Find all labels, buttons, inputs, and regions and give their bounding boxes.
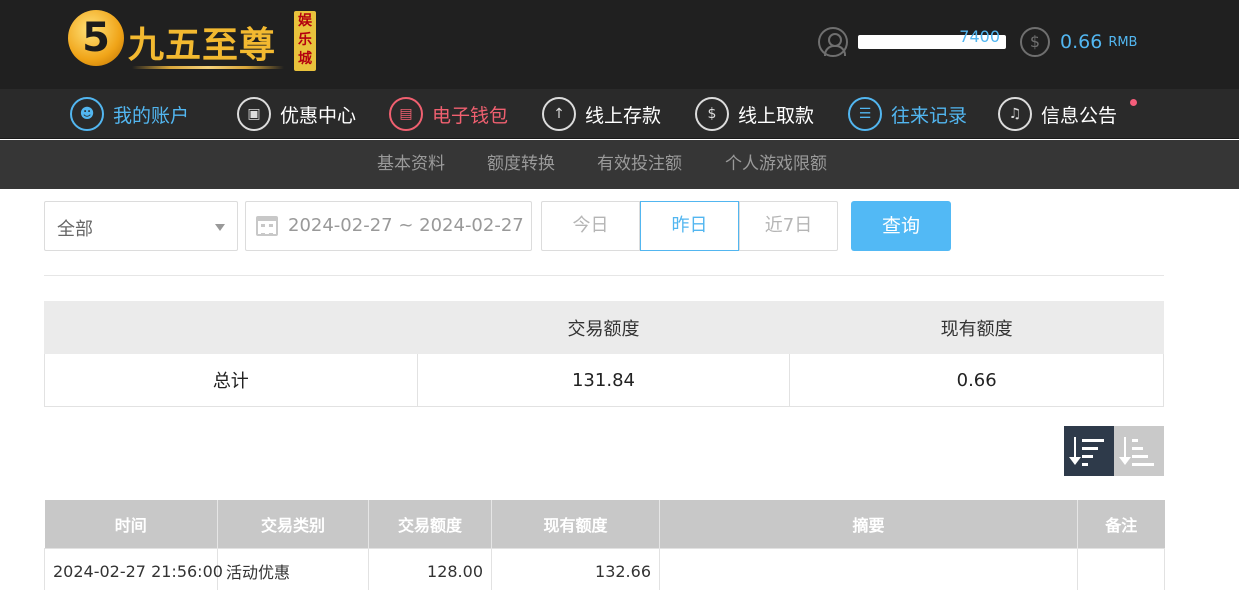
records-table: 时间 交易类别 交易额度 现有额度 摘要 备注 2024-02-27 21:56… [44,500,1165,590]
main-nav: ☻ 我的账户 ▣ 优惠中心 ▤ 电子钱包 ↑ 线上存款 $ 线上取款 ☰ 往来记… [0,89,1239,139]
user-icon: ☻ [70,97,104,131]
nav-online-deposit-label: 线上存款 [585,104,662,127]
logo-badge: 5 [68,10,124,66]
row-amount: 128.00 [368,547,492,590]
brand-tag: 娱乐城 [294,11,316,71]
user-icon [818,27,848,57]
wallet-balance: $ 0.66 RMB [1020,26,1137,58]
col-note[interactable]: 备注 [1077,500,1165,548]
summary-transaction-total: 131.84 [416,353,791,407]
logo-ornament [132,66,284,69]
wallet-icon: ▤ [389,97,423,131]
deposit-icon: ↑ [542,97,576,131]
summary-header-blank [44,301,418,354]
table-row: 2024-02-27 21:56:00 活动优惠 128.00 132.66 [44,547,1165,590]
username-masked: 7400 [858,27,1006,49]
subnav-game-limits[interactable]: 个人游戏限额 [725,140,827,189]
sort-descending-button[interactable] [1064,426,1114,476]
search-button[interactable]: 查询 [851,201,951,251]
quick-range-7days[interactable]: 近7日 [739,201,838,251]
sort-ascending-button[interactable] [1114,426,1164,476]
summary-table: 交易额度 现有额度 总计 131.84 0.66 [44,301,1164,407]
sub-nav: 基本资料 额度转换 有效投注额 个人游戏限额 [0,140,1239,189]
summary-header-transaction: 交易额度 [416,301,791,354]
subnav-quota-transfer[interactable]: 额度转换 [487,140,555,189]
transaction-type-select[interactable]: 全部 [44,201,238,251]
brand-name: 九五至尊 [128,24,277,66]
nav-online-deposit[interactable]: ↑ 线上存款 [542,97,661,131]
caret-down-icon [215,224,225,231]
col-summary[interactable]: 摘要 [659,500,1078,548]
top-header: 5 九五至尊 娱乐城 7400 $ 0.66 RMB [0,0,1239,89]
brand-logo[interactable]: 5 九五至尊 娱乐城 [68,8,320,74]
nav-e-wallet-label: 电子钱包 [432,104,509,127]
nav-promotions-label: 优惠中心 [280,104,357,127]
gift-icon: ▣ [237,97,271,131]
subnav-basic-info[interactable]: 基本资料 [377,140,445,189]
col-amount[interactable]: 交易额度 [368,500,492,548]
notification-dot [1130,99,1137,106]
nav-promotions[interactable]: ▣ 优惠中心 [237,97,356,131]
balance-value: 0.66 [1060,31,1103,53]
date-range-input[interactable]: 2024-02-27 ~ 2024-02-27 [245,201,532,251]
date-range-value: 2024-02-27 ~ 2024-02-27 [288,215,524,236]
row-balance: 132.66 [491,547,660,590]
nav-my-account[interactable]: ☻ 我的账户 [70,97,189,131]
row-time: 2024-02-27 21:56:00 [44,547,223,590]
filter-divider [44,275,1164,276]
row-note [1077,547,1165,590]
nav-announcements-label: 信息公告 [1041,104,1118,127]
dollar-coin-icon: $ [1020,27,1050,57]
user-info[interactable]: 7400 [818,26,1006,58]
nav-transaction-records[interactable]: ☰ 往来记录 [848,97,967,131]
nav-my-account-label: 我的账户 [113,104,190,127]
nav-e-wallet[interactable]: ▤ 电子钱包 [389,97,508,131]
quick-range-today[interactable]: 今日 [541,201,640,251]
subnav-valid-bets[interactable]: 有效投注额 [597,140,682,189]
col-balance[interactable]: 现有额度 [491,500,660,548]
quick-range-yesterday[interactable]: 昨日 [640,201,739,251]
bell-icon: ♫ [998,97,1032,131]
row-type: 活动优惠 [217,547,369,590]
nav-online-withdraw[interactable]: $ 线上取款 [695,97,814,131]
username-fragment: 7400 [959,27,1000,46]
logo-badge-number: 5 [82,15,110,61]
col-time[interactable]: 时间 [44,500,218,548]
nav-transaction-records-label: 往来记录 [891,104,968,127]
nav-announcements[interactable]: ♫ 信息公告 [998,97,1117,131]
summary-header-row: 交易额度 现有额度 [44,301,1164,354]
records-header-row: 时间 交易类别 交易额度 现有额度 摘要 备注 [44,500,1165,548]
summary-total-row: 总计 131.84 0.66 [44,353,1164,407]
col-type[interactable]: 交易类别 [217,500,369,548]
records-icon: ☰ [848,97,882,131]
balance-unit: RMB [1108,34,1138,50]
nav-online-withdraw-label: 线上取款 [738,104,815,127]
calendar-icon [256,216,278,236]
summary-current-balance: 0.66 [789,353,1164,407]
summary-total-label: 总计 [44,353,418,407]
transaction-type-value: 全部 [57,219,93,240]
row-summary [659,547,1078,590]
summary-header-current: 现有额度 [789,301,1164,354]
withdraw-icon: $ [695,97,729,131]
